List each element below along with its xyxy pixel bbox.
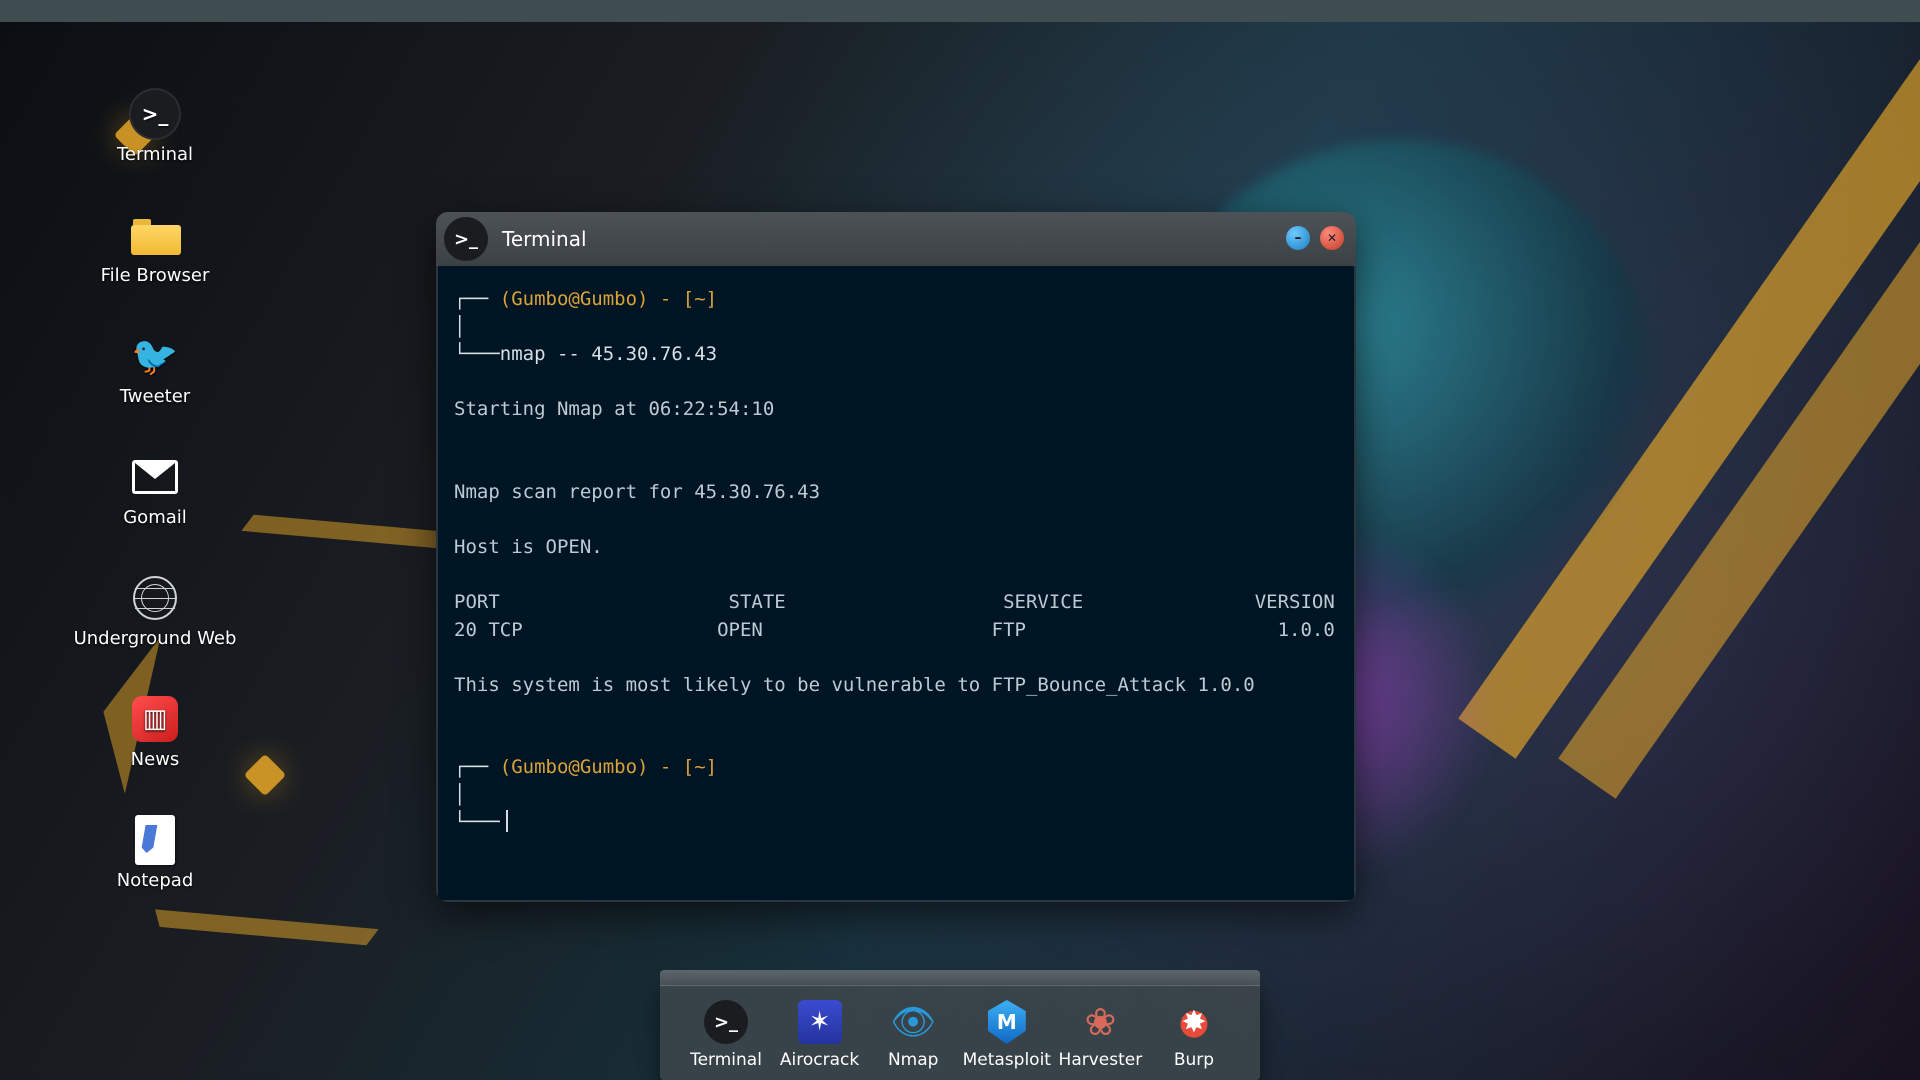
output-line: Nmap scan report for 45.30.76.43 xyxy=(454,481,820,503)
prompt-user: (Gumbo@Gumbo) - [~] xyxy=(500,288,717,310)
desktop-icon-label: News xyxy=(131,749,180,770)
terminal-icon xyxy=(704,1000,748,1044)
desktop-icon-label: Underground Web xyxy=(74,628,237,649)
harvester-icon: ❀ xyxy=(1078,1000,1122,1044)
output-line: This system is most likely to be vulnera… xyxy=(454,674,1255,696)
desktop-icon-file-browser[interactable]: File Browser xyxy=(70,211,240,286)
desktop-icons: Terminal File Browser 🐦 Tweeter Gomail U… xyxy=(70,90,240,891)
prompt-user: (Gumbo@Gumbo) - [~] xyxy=(500,756,717,778)
dock-item-airocrack[interactable]: ✶ Airocrack xyxy=(776,1000,864,1070)
terminal-icon xyxy=(131,90,179,138)
desktop-icon-gomail[interactable]: Gomail xyxy=(70,453,240,528)
titlebar[interactable]: Terminal xyxy=(436,212,1356,266)
wallpaper-shape xyxy=(244,754,286,796)
dock: Terminal ✶ Airocrack 👁 Nmap Metasploit ❀… xyxy=(660,970,1260,1080)
desktop-icon-underground-web[interactable]: Underground Web xyxy=(70,574,240,649)
minimize-button[interactable] xyxy=(1286,226,1310,250)
globe-icon xyxy=(133,576,177,620)
wallpaper-shape xyxy=(1458,0,1920,759)
burp-icon: ✸ xyxy=(1172,1000,1216,1044)
news-icon: ▥ xyxy=(132,696,178,742)
desktop-icon-label: Gomail xyxy=(123,507,187,528)
desktop-icon-label: Notepad xyxy=(117,870,194,891)
output-line: PORT STATE SERVICE VERSION xyxy=(454,591,1335,613)
dock-item-label: Airocrack xyxy=(780,1050,859,1070)
notepad-icon xyxy=(135,815,175,865)
dock-item-burp[interactable]: ✸ Burp xyxy=(1150,1000,1238,1070)
dock-item-metasploit[interactable]: Metasploit xyxy=(963,1000,1051,1070)
bird-icon: 🐦 xyxy=(131,332,179,380)
window-title: Terminal xyxy=(502,227,587,251)
desktop-icon-notepad[interactable]: Notepad xyxy=(70,816,240,891)
dock-handle[interactable] xyxy=(660,970,1260,986)
dock-item-label: Burp xyxy=(1174,1050,1214,1070)
top-menubar[interactable] xyxy=(0,0,1920,22)
dock-item-nmap[interactable]: 👁 Nmap xyxy=(869,1000,957,1070)
output-line: Starting Nmap at 06:22:54:10 xyxy=(454,398,774,420)
desktop-icon-news[interactable]: ▥ News xyxy=(70,695,240,770)
desktop-icon-label: Tweeter xyxy=(120,386,190,407)
desktop-icon-terminal[interactable]: Terminal xyxy=(70,90,240,165)
cursor xyxy=(506,810,508,832)
mail-icon xyxy=(132,460,178,494)
shield-icon xyxy=(985,1000,1029,1044)
desktop-icon-label: Terminal xyxy=(117,144,193,165)
terminal-window[interactable]: Terminal ┌── (Gumbo@Gumbo) - [~] │ └───n… xyxy=(436,212,1356,902)
dock-item-terminal[interactable]: Terminal xyxy=(682,1000,770,1070)
wallpaper-shape xyxy=(1558,21,1920,798)
dock-item-label: Harvester xyxy=(1059,1050,1143,1070)
command-line: nmap -- 45.30.76.43 xyxy=(500,343,717,365)
desktop-icon-tweeter[interactable]: 🐦 Tweeter xyxy=(70,332,240,407)
terminal-body[interactable]: ┌── (Gumbo@Gumbo) - [~] │ └───nmap -- 45… xyxy=(436,266,1356,902)
dock-item-label: Terminal xyxy=(690,1050,762,1070)
airocrack-icon: ✶ xyxy=(798,1000,842,1044)
dock-item-harvester[interactable]: ❀ Harvester xyxy=(1056,1000,1144,1070)
output-line: 20 TCP OPEN FTP 1.0.0 xyxy=(454,619,1335,641)
desktop-icon-label: File Browser xyxy=(101,265,210,286)
eye-icon: 👁 xyxy=(891,1000,935,1044)
output-line: Host is OPEN. xyxy=(454,536,603,558)
dock-item-label: Metasploit xyxy=(963,1050,1051,1070)
terminal-icon xyxy=(444,217,488,261)
close-button[interactable] xyxy=(1320,226,1344,250)
folder-icon xyxy=(131,215,179,255)
dock-item-label: Nmap xyxy=(888,1050,939,1070)
